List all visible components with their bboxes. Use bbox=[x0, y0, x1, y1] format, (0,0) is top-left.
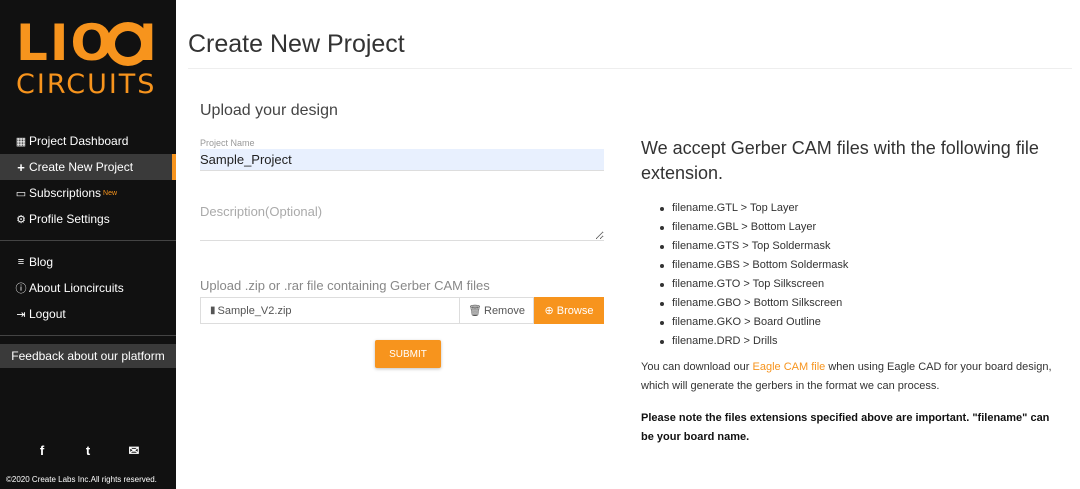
list-item: filename.GBO > Bottom Silkscreen bbox=[658, 294, 848, 313]
extension-note: Please note the files extensions specifi… bbox=[641, 412, 1050, 443]
list-item: filename.GTS > Top Soldermask bbox=[658, 237, 848, 256]
download-info: You can download our Eagle CAM file when… bbox=[641, 358, 1061, 396]
upload-circle-icon: ⊕ bbox=[544, 305, 554, 317]
sidebar-item-subscriptions[interactable]: ▭ Subscriptions New bbox=[0, 180, 176, 206]
sidebar: LION CIRCUITS ▦ Project Dashboard + Crea… bbox=[0, 0, 176, 489]
sidebar-item-project-dashboard[interactable]: ▦ Project Dashboard bbox=[0, 128, 176, 154]
project-name-label: Project Name bbox=[200, 138, 255, 148]
trash-icon: 🗑 bbox=[468, 305, 482, 317]
list-item: filename.GTO > Top Silkscreen bbox=[658, 275, 848, 294]
monitor-icon: ▭ bbox=[15, 187, 27, 200]
twitter-icon[interactable]: t bbox=[80, 443, 96, 459]
sidebar-item-about[interactable]: ⓘ About Lioncircuits bbox=[0, 275, 176, 301]
list-item: filename.GBL > Bottom Layer bbox=[658, 218, 848, 237]
browse-label: Browse bbox=[556, 304, 594, 317]
title-divider bbox=[188, 68, 1072, 69]
sidebar-item-profile-settings[interactable]: ⚙ Profile Settings bbox=[0, 206, 176, 232]
secondary-nav: ≡ Blog ⓘ About Lioncircuits ⇥ Logout bbox=[0, 249, 176, 327]
download-prefix: You can download our bbox=[641, 361, 753, 373]
sidebar-divider bbox=[0, 335, 176, 336]
sidebar-item-label: Blog bbox=[29, 255, 54, 269]
sidebar-item-label: Subscriptions bbox=[29, 186, 102, 200]
list-item: filename.GBS > Bottom Soldermask bbox=[658, 256, 848, 275]
sidebar-item-label: Create New Project bbox=[29, 160, 134, 174]
upload-label: Upload .zip or .rar file containing Gerb… bbox=[200, 278, 490, 293]
remove-label: Remove bbox=[484, 304, 525, 317]
logo-text-bottom: CIRCUITS bbox=[16, 69, 157, 100]
page-title: Create New Project bbox=[188, 30, 405, 58]
social-links: f t ✉ bbox=[0, 443, 176, 459]
facebook-icon[interactable]: f bbox=[34, 443, 50, 459]
file-name-field[interactable]: ▮ Sample_V2.zip bbox=[200, 297, 460, 324]
logout-icon: ⇥ bbox=[16, 308, 26, 321]
list-item: filename.DRD > Drills bbox=[658, 332, 848, 351]
sidebar-item-logout[interactable]: ⇥ Logout bbox=[0, 301, 176, 327]
gear-icon: ⚙ bbox=[16, 213, 26, 226]
description-textarea[interactable] bbox=[200, 204, 604, 241]
browse-button[interactable]: ⊕ Browse bbox=[534, 297, 604, 324]
file-name: Sample_V2.zip bbox=[217, 304, 292, 317]
sidebar-item-label: Profile Settings bbox=[29, 212, 110, 226]
sidebar-item-label: Logout bbox=[29, 307, 66, 321]
plus-icon: + bbox=[17, 159, 25, 175]
grid-icon: ▦ bbox=[15, 135, 27, 148]
eagle-cam-link[interactable]: Eagle CAM file bbox=[753, 361, 826, 373]
file-upload-row: ▮ Sample_V2.zip 🗑 Remove ⊕ Browse bbox=[200, 297, 604, 324]
feedback-button[interactable]: Feedback about our platform bbox=[0, 344, 176, 368]
primary-nav: ▦ Project Dashboard + Create New Project… bbox=[0, 128, 176, 232]
info-icon: ⓘ bbox=[15, 283, 27, 295]
copyright-text: ©2020 Create Labs Inc.All rights reserve… bbox=[6, 475, 157, 484]
email-icon[interactable]: ✉ bbox=[126, 443, 142, 459]
form-section-title: Upload your design bbox=[200, 102, 338, 119]
list-icon: ≡ bbox=[17, 256, 25, 268]
list-item: filename.GKO > Board Outline bbox=[658, 313, 848, 332]
lion-head-icon bbox=[106, 22, 150, 66]
remove-button[interactable]: 🗑 Remove bbox=[460, 297, 534, 324]
sidebar-item-label: About Lioncircuits bbox=[29, 281, 124, 295]
new-badge: New bbox=[103, 189, 118, 197]
sidebar-item-create-new-project[interactable]: + Create New Project bbox=[0, 154, 176, 180]
sidebar-divider bbox=[0, 240, 176, 241]
project-name-input[interactable] bbox=[200, 149, 604, 171]
list-item: filename.GTL > Top Layer bbox=[658, 199, 848, 218]
file-icon: ▮ bbox=[210, 305, 216, 316]
lion-circuits-logo[interactable]: LION CIRCUITS bbox=[10, 18, 166, 100]
submit-button[interactable]: SUBMIT bbox=[375, 340, 441, 368]
accepted-files-heading: We accept Gerber CAM files with the foll… bbox=[641, 138, 1039, 183]
extension-list: filename.GTL > Top Layer filename.GBL > … bbox=[658, 199, 848, 351]
sidebar-item-label: Project Dashboard bbox=[29, 134, 129, 148]
sidebar-item-blog[interactable]: ≡ Blog bbox=[0, 249, 176, 275]
